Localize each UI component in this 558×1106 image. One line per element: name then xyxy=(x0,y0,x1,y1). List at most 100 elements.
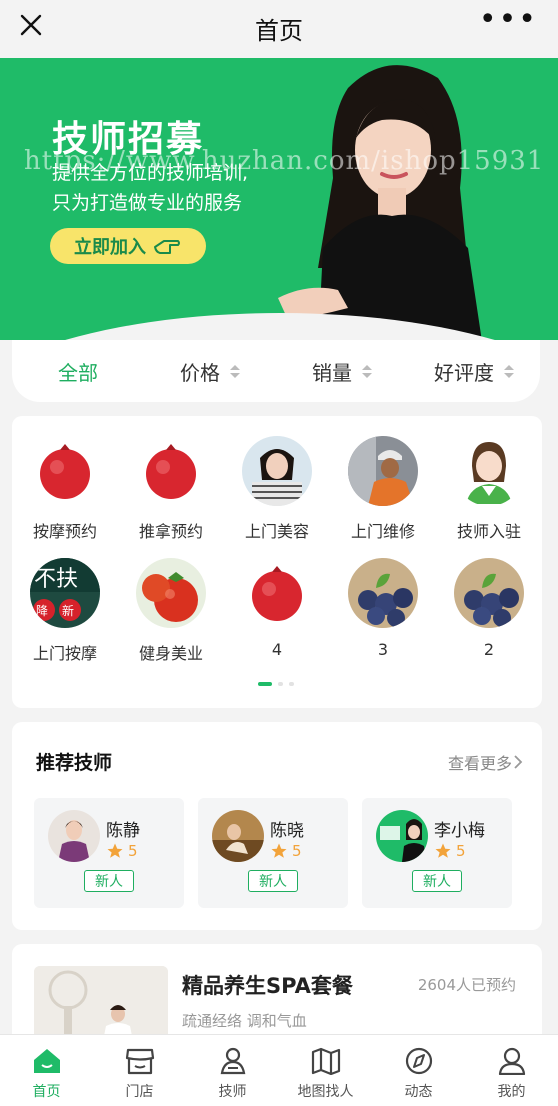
svg-text:不扶: 不扶 xyxy=(34,567,78,592)
tab-label: 门店 xyxy=(125,1084,154,1100)
join-now-label: 立即加入 xyxy=(74,237,146,258)
sort-arrows-icon xyxy=(504,364,514,378)
rating-value: 5 xyxy=(128,842,138,860)
newcomer-tag: 新人 xyxy=(412,870,462,892)
woman-cartoon-icon xyxy=(454,436,524,506)
category-4[interactable]: 4 xyxy=(224,558,330,660)
filter-rating-label: 好评度 xyxy=(434,360,494,385)
filter-rating[interactable]: 好评度 xyxy=(408,357,540,386)
section-title: 推荐技师 xyxy=(36,752,113,774)
tab-label: 首页 xyxy=(32,1084,61,1100)
chevron-right-icon xyxy=(514,755,523,769)
booked-count: 2604人已预约 xyxy=(417,976,516,994)
newcomer-tag: 新人 xyxy=(248,870,298,892)
blueberry-icon xyxy=(454,558,524,628)
technician-name: 李小梅 xyxy=(434,821,485,841)
sort-arrows-icon xyxy=(362,364,372,378)
star-icon xyxy=(435,843,451,858)
pomegranate-icon xyxy=(242,558,312,628)
technician-card[interactable]: 陈静 5 新人 xyxy=(34,798,184,908)
category-label: 4 xyxy=(271,640,283,659)
category-3[interactable]: 3 xyxy=(330,558,436,660)
watermark-text: https://www.huzhan.com/ishop15931 xyxy=(24,146,545,176)
see-more-label: 查看更多 xyxy=(447,754,512,773)
tab-mine[interactable]: 我的 xyxy=(465,1035,558,1106)
category-label: 上门维修 xyxy=(350,522,415,541)
star-icon xyxy=(107,843,123,858)
category-label: 技师入驻 xyxy=(456,522,521,541)
tab-label: 技师 xyxy=(218,1084,247,1100)
technician-card[interactable]: 李小梅 5 新人 xyxy=(362,798,512,908)
page-dot xyxy=(278,682,283,686)
category-technician-join[interactable]: 技师入驻 xyxy=(436,436,542,541)
filter-all[interactable]: 全部 xyxy=(12,357,144,386)
sort-arrows-icon xyxy=(230,364,240,378)
technician-name: 陈静 xyxy=(106,821,140,841)
tab-map[interactable]: 地图找人 xyxy=(279,1035,372,1106)
category-label: 推拿预约 xyxy=(138,522,203,541)
technician-icon xyxy=(217,1045,249,1077)
repairman-photo-icon xyxy=(348,436,418,506)
recruit-banner[interactable]: 技师招募 提供全方位的技师培训, 只为打造做专业的服务 https://www.… xyxy=(0,58,558,340)
compass-icon xyxy=(403,1045,435,1077)
avatar xyxy=(376,810,428,862)
close-icon[interactable] xyxy=(14,8,48,42)
filter-price[interactable]: 价格 xyxy=(144,357,276,386)
tab-home[interactable]: 首页 xyxy=(0,1035,93,1106)
technician-rating: 5 xyxy=(434,842,466,860)
woman-photo-icon xyxy=(242,436,312,506)
see-more-link[interactable]: 查看更多 xyxy=(448,750,524,774)
home-icon xyxy=(31,1045,63,1077)
page-title: 首页 xyxy=(255,16,303,45)
blueberry-icon xyxy=(348,558,418,628)
tab-label: 动态 xyxy=(404,1084,433,1100)
recommended-technicians: 推荐技师 查看更多 陈静 5 新人 陈晓 5 新人 李小梅 5 新人 xyxy=(12,722,542,930)
category-tuina-booking[interactable]: 推拿预约 xyxy=(118,436,224,541)
store-icon xyxy=(124,1045,156,1077)
category-home-repair[interactable]: 上门维修 xyxy=(330,436,436,541)
avatar xyxy=(212,810,264,862)
page-indicator xyxy=(258,682,294,686)
filter-price-label: 价格 xyxy=(180,360,220,385)
category-label: 按摩预约 xyxy=(32,522,97,541)
page-dot-active xyxy=(258,682,272,686)
category-massage-booking[interactable]: 按摩预约 xyxy=(12,436,118,541)
pomegranate-icon xyxy=(136,436,206,506)
newcomer-tag: 新人 xyxy=(84,870,134,892)
filter-bar: 全部 价格 销量 好评度 xyxy=(12,340,540,402)
product-description: 疏通经络 调和气血 xyxy=(182,1012,307,1030)
promo-sign-icon: 不扶降新 xyxy=(30,558,100,628)
technician-card[interactable]: 陈晓 5 新人 xyxy=(198,798,348,908)
pomegranate-icon xyxy=(30,436,100,506)
model-photo xyxy=(278,65,482,340)
category-home-beauty[interactable]: 上门美容 xyxy=(224,436,330,541)
more-options-icon[interactable]: ••• xyxy=(479,5,538,35)
filter-all-label: 全部 xyxy=(58,360,98,385)
technician-rating: 5 xyxy=(106,842,138,860)
tab-technician[interactable]: 技师 xyxy=(186,1035,279,1106)
category-2[interactable]: 2 xyxy=(436,558,542,660)
technician-name: 陈晓 xyxy=(270,821,304,841)
tab-store[interactable]: 门店 xyxy=(93,1035,186,1106)
category-label: 健身美业 xyxy=(138,644,203,663)
category-home-massage[interactable]: 不扶降新 上门按摩 xyxy=(12,558,118,663)
rating-value: 5 xyxy=(456,842,466,860)
technician-list: 陈静 5 新人 陈晓 5 新人 李小梅 5 新人 xyxy=(34,798,512,908)
join-now-button[interactable]: 立即加入 xyxy=(50,228,206,264)
bottom-tab-bar: 首页 门店 技师 地图找人 动态 我的 xyxy=(0,1034,558,1106)
svg-text:新: 新 xyxy=(62,603,74,618)
tab-moments[interactable]: 动态 xyxy=(372,1035,465,1106)
filter-sales-label: 销量 xyxy=(312,360,352,385)
filter-sales[interactable]: 销量 xyxy=(276,357,408,386)
user-icon xyxy=(496,1045,528,1077)
top-bar: 首页 ••• xyxy=(0,0,558,56)
star-icon xyxy=(271,843,287,858)
map-icon xyxy=(310,1045,342,1077)
category-fitness-beauty[interactable]: 健身美业 xyxy=(118,558,224,663)
tab-label: 地图找人 xyxy=(297,1084,354,1100)
category-label: 上门按摩 xyxy=(32,644,97,663)
category-card: 按摩预约 推拿预约 上门美容 上门维修 技师入驻 不扶降新 上门按摩 健身美业 xyxy=(12,416,542,708)
category-label: 2 xyxy=(483,640,495,659)
page-dot xyxy=(289,682,294,686)
category-grid: 按摩预约 推拿预约 上门美容 上门维修 技师入驻 不扶降新 上门按摩 健身美业 xyxy=(12,436,542,663)
